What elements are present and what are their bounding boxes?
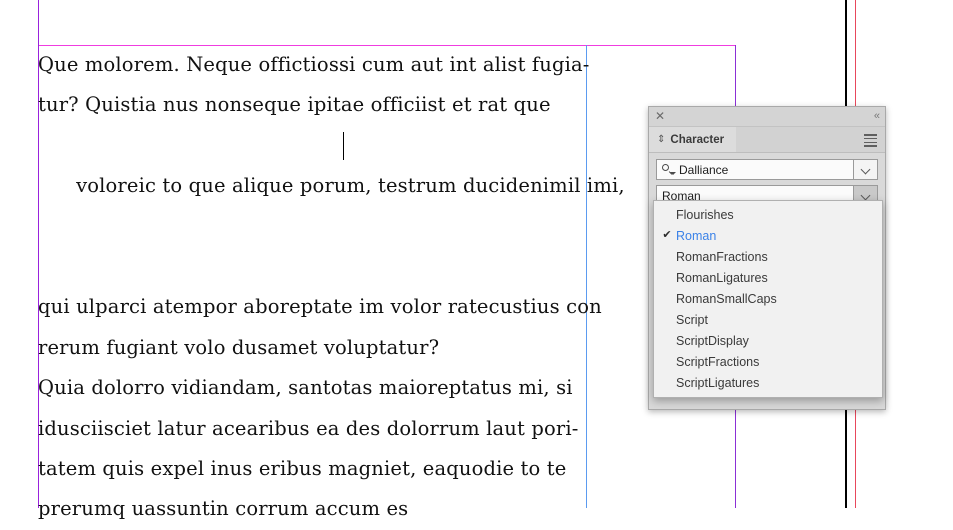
dropdown-item-label: Script [676,312,708,327]
dropdown-item-romanligatures[interactable]: RomanLigatures [654,267,882,288]
dropdown-item-romansmallcaps[interactable]: RomanSmallCaps [654,288,882,309]
font-family-value: Dalliance [679,162,729,177]
text-line: qui ulparci atempor aboreptate im volor … [38,295,602,319]
font-style-dropdown-list[interactable]: Flourishes ✔ Roman RomanFractions RomanLigat… [653,200,883,398]
font-family-row: Dalliance [656,159,878,180]
panel-menu-icon[interactable] [864,134,877,147]
dropdown-item-romanfractions[interactable]: RomanFractions [654,246,882,267]
text-line: prerumq uassuntin corrum accum es [38,497,409,521]
menu-line [864,145,877,147]
font-family-input[interactable]: Dalliance [656,159,853,180]
dropdown-item-scriptligatures[interactable]: ScriptLigatures [654,372,882,393]
tab-character[interactable]: ⇕ Character [649,127,737,152]
search-icon-lens [662,164,669,171]
dropdown-item-label: Roman [676,228,717,243]
text-line-content: voloreic to que alique porum, testrum du… [76,174,625,198]
guide-column [586,45,587,508]
panel-tabbar: ⇕ Character [649,127,885,153]
text-line: tur? Quistia nus nonseque ipitae officii… [38,93,551,117]
dropdown-item-label: ScriptFractions [676,354,760,369]
dropdown-item-scriptfractions[interactable]: ScriptFractions [654,351,882,372]
dropdown-item-roman[interactable]: ✔ Roman [654,225,882,246]
menu-line [864,134,877,136]
tab-character-label: Character [670,133,725,146]
dropdown-item-script[interactable]: Script [654,309,882,330]
dropdown-item-flourishes[interactable]: Flourishes [654,204,882,225]
dropdown-item-scriptdisplay[interactable]: ScriptDisplay [654,330,882,351]
text-frame[interactable]: Que molorem. Neque offictiossi cum aut i… [38,45,625,530]
panel-titlebar: ✕ « [649,107,885,127]
text-line: tatem quis expel inus eribus magniet, ea… [38,457,567,481]
check-icon: ✔ [662,229,672,241]
font-family-dropdown-button[interactable] [853,159,878,180]
updown-arrow-icon: ⇕ [657,133,666,145]
dropdown-item-label: Flourishes [676,207,734,222]
dropdown-item-label: RomanSmallCaps [676,291,777,306]
chevron-down-icon [670,172,676,175]
text-line: Que molorem. Neque offictiossi cum aut i… [38,53,590,76]
text-line: voloreic to que alique porum, testrum du… [38,126,625,288]
dropdown-item-label: RomanFractions [676,249,768,264]
dropdown-item-label: ScriptLigatures [676,375,760,390]
text-line: Quia dolorro vidiandam, santotas maiorep… [38,376,573,400]
dropdown-item-label: ScriptDisplay [676,333,749,348]
collapse-double-chevron-icon[interactable]: « [874,110,880,122]
close-icon[interactable]: ✕ [654,110,666,122]
dropdown-item-label: RomanLigatures [676,270,768,285]
chevron-down-icon [861,191,870,200]
chevron-down-icon [861,165,870,174]
menu-line [864,141,877,144]
text-line: idusciisciet latur acearibus ea des dolo… [38,416,579,440]
menu-line [864,137,877,140]
text-line: rerum fugiant volo dusamet voluptatur? [38,335,440,359]
search-icon [662,163,676,176]
text-cursor-caret [343,131,344,160]
